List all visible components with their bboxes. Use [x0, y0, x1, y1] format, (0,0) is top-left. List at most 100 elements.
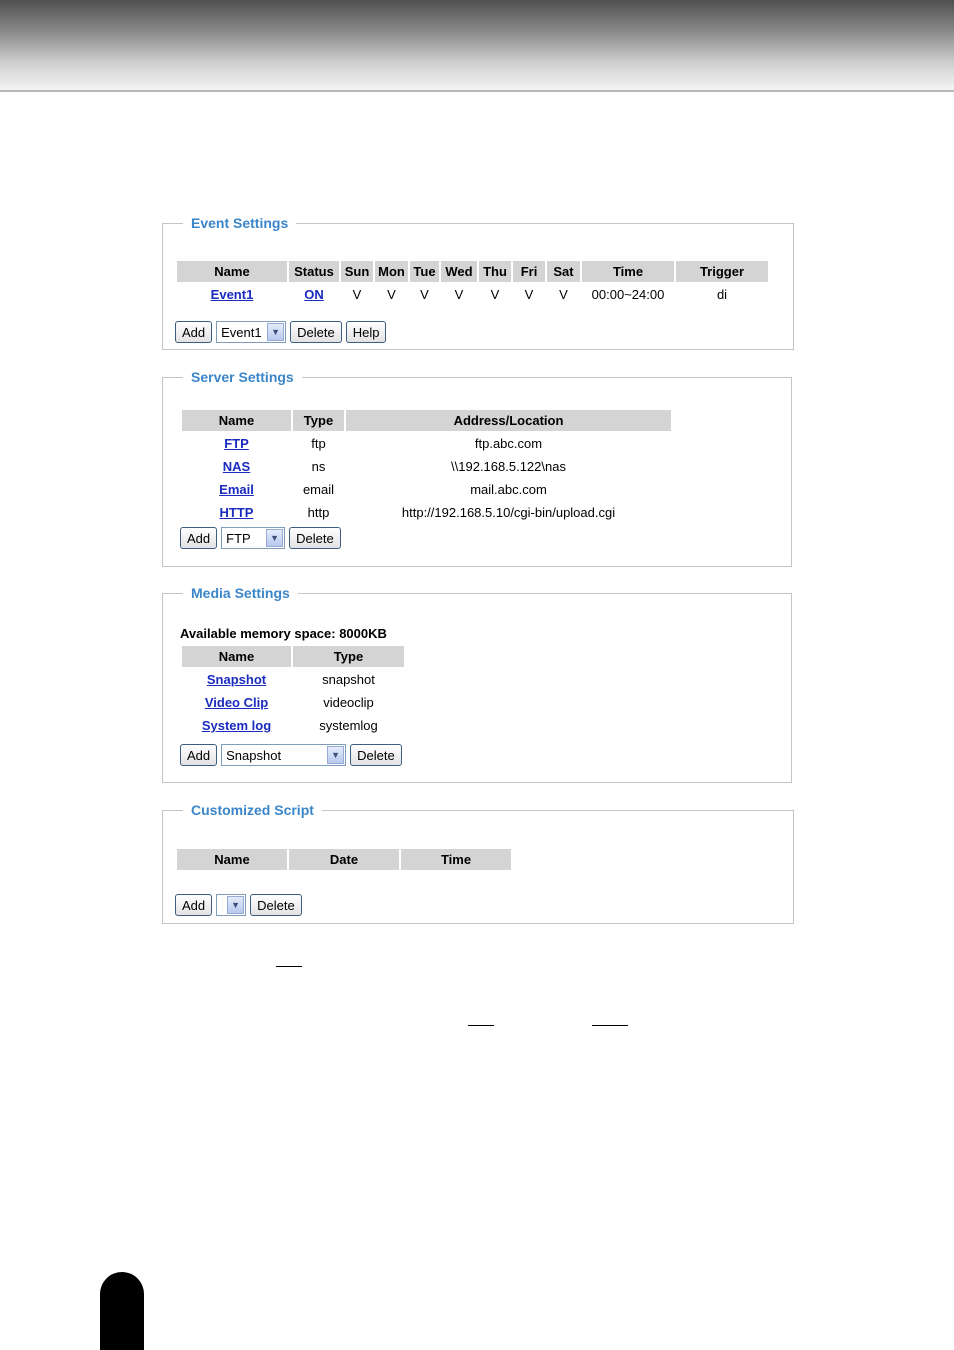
script-table-header: Name Date Time [177, 849, 511, 870]
server-settings-legend: Server Settings [191, 369, 294, 385]
event-delete-button[interactable]: Delete [290, 321, 342, 343]
media-videoclip-link[interactable]: Video Clip [205, 695, 268, 710]
cell-address: ftp.abc.com [474, 436, 543, 451]
cell-type: http [307, 505, 330, 520]
col-time: Time [401, 849, 511, 870]
cell-mon: V [387, 287, 396, 302]
col-name: Name [177, 849, 287, 870]
cell-type: email [302, 482, 335, 497]
col-trigger: Trigger [676, 261, 768, 282]
available-memory-text: Available memory space: 8000KB [180, 626, 387, 641]
event-select-value: Event1 [221, 324, 262, 340]
chevron-down-icon[interactable]: ▼ [267, 323, 285, 341]
cell-type: ns [311, 459, 326, 474]
script-table: Name Date Time [175, 847, 513, 872]
cell-fri: V [524, 287, 534, 302]
col-date: Date [289, 849, 399, 870]
header-banner [0, 0, 954, 92]
customized-script-panel: Customized Script Name Date Time Add ▼ D… [162, 802, 794, 924]
server-delete-button[interactable]: Delete [289, 527, 341, 549]
event-controls: Add Event1 ▼ Delete Help [175, 321, 390, 343]
table-row: Event1 ON V V V V V V V 00:00~24:00 di [177, 284, 768, 305]
event-settings-panel: Event Settings Name Status Sun Mon Tue W… [162, 215, 794, 350]
col-tue: Tue [410, 261, 439, 282]
server-add-button[interactable]: Add [180, 527, 218, 549]
media-settings-legend: Media Settings [191, 585, 290, 601]
col-sun: Sun [341, 261, 373, 282]
chevron-down-icon[interactable]: ▼ [227, 896, 245, 914]
table-row: NAS ns \\192.168.5.122\nas [182, 456, 671, 477]
cell-thu: V [490, 287, 500, 302]
underline-mark [276, 966, 302, 967]
server-table: Name Type Address/Location FTP ftp ftp.a… [180, 408, 673, 525]
table-row: HTTP http http://192.168.5.10/cgi-bin/up… [182, 502, 671, 523]
col-status: Status [289, 261, 339, 282]
script-delete-button[interactable]: Delete [250, 894, 302, 916]
cell-sat: V [559, 287, 568, 302]
cell-type: snapshot [322, 672, 375, 687]
cell-sun: V [352, 287, 362, 302]
col-fri: Fri [513, 261, 545, 282]
server-settings-panel: Server Settings Name Type Address/Locati… [162, 369, 792, 567]
media-settings-panel: Media Settings Available memory space: 8… [162, 585, 792, 783]
event-help-button[interactable]: Help [345, 321, 387, 343]
media-table: Name Type Snapshot snapshot Video Clip v… [180, 644, 406, 738]
col-type: Type [293, 646, 404, 667]
event-add-button[interactable]: Add [175, 321, 213, 343]
col-name: Name [182, 646, 291, 667]
table-row: Snapshot snapshot [182, 669, 404, 690]
col-address: Address/Location [346, 410, 671, 431]
media-snapshot-link[interactable]: Snapshot [207, 672, 266, 687]
cell-type: systemlog [319, 718, 378, 733]
media-select-value: Snapshot [226, 747, 282, 763]
cell-type: videoclip [323, 695, 374, 710]
server-http-link[interactable]: HTTP [220, 505, 254, 520]
media-table-header: Name Type [182, 646, 404, 667]
event-settings-legend: Event Settings [191, 215, 289, 231]
customized-script-legend: Customized Script [191, 802, 314, 818]
col-mon: Mon [375, 261, 408, 282]
server-controls: Add FTP ▼ Delete [180, 527, 345, 549]
event-table-header: Name Status Sun Mon Tue Wed Thu Fri Sat … [177, 261, 768, 282]
col-name: Name [182, 410, 291, 431]
script-add-button[interactable]: Add [175, 894, 213, 916]
col-time: Time [582, 261, 674, 282]
server-select-value: FTP [226, 530, 251, 546]
underline-mark [592, 1025, 628, 1026]
cell-time: 00:00~24:00 [591, 287, 665, 302]
event-select[interactable]: Event1 ▼ [216, 321, 287, 343]
cell-type: ftp [311, 436, 326, 451]
cell-address: http://192.168.5.10/cgi-bin/upload.cgi [401, 505, 616, 520]
media-add-button[interactable]: Add [180, 744, 218, 766]
chevron-down-icon[interactable]: ▼ [266, 529, 284, 547]
server-table-header: Name Type Address/Location [182, 410, 671, 431]
media-type-select[interactable]: Snapshot ▼ [221, 744, 347, 766]
table-row: System log systemlog [182, 715, 404, 736]
server-ftp-link[interactable]: FTP [224, 436, 249, 451]
table-row: Email email mail.abc.com [182, 479, 671, 500]
server-email-link[interactable]: Email [219, 482, 254, 497]
col-sat: Sat [547, 261, 580, 282]
server-nas-link[interactable]: NAS [223, 459, 250, 474]
media-systemlog-link[interactable]: System log [202, 718, 271, 733]
event-status-link[interactable]: ON [304, 287, 324, 302]
chevron-down-icon[interactable]: ▼ [327, 746, 345, 764]
script-select[interactable]: ▼ [216, 894, 247, 916]
event-table: Name Status Sun Mon Tue Wed Thu Fri Sat … [175, 259, 770, 307]
cell-address: mail.abc.com [470, 482, 547, 497]
event1-link[interactable]: Event1 [211, 287, 254, 302]
col-type: Type [293, 410, 344, 431]
server-type-select[interactable]: FTP ▼ [221, 527, 286, 549]
col-name: Name [177, 261, 287, 282]
cell-wed: V [454, 287, 464, 302]
cell-tue: V [420, 287, 429, 302]
cell-address: \\192.168.5.122\nas [451, 459, 566, 474]
col-thu: Thu [479, 261, 511, 282]
table-row: FTP ftp ftp.abc.com [182, 433, 671, 454]
page-tab-marker [100, 1272, 144, 1350]
table-row: Video Clip videoclip [182, 692, 404, 713]
media-delete-button[interactable]: Delete [350, 744, 402, 766]
media-controls: Add Snapshot ▼ Delete [180, 744, 406, 766]
underline-mark [468, 1025, 494, 1026]
cell-trigger: di [716, 287, 728, 302]
